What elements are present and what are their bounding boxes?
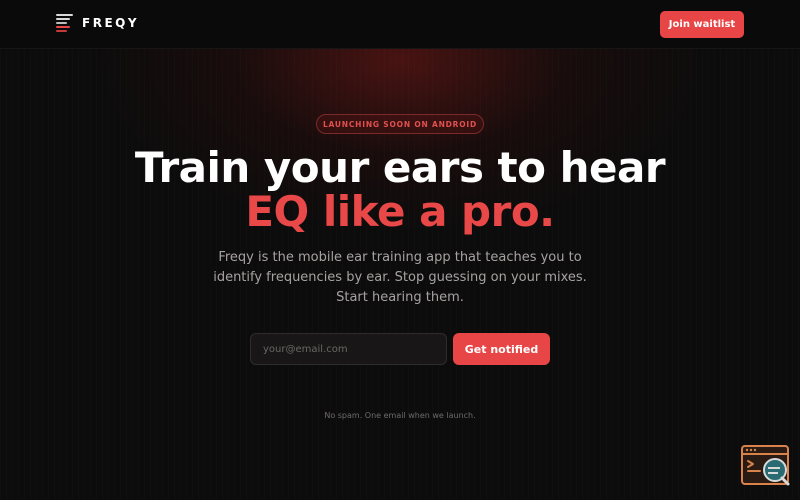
landing-page: FREQY Join waitlist LAUNCHING SOON ON AN… bbox=[0, 0, 800, 500]
hero-description: Freqy is the mobile ear training app tha… bbox=[200, 248, 600, 308]
description-line-2: identify frequencies by ear. Stop guessi… bbox=[213, 270, 587, 285]
headline-line-1: Train your ears to hear bbox=[134, 143, 666, 192]
description-line-1: Freqy is the mobile ear training app tha… bbox=[218, 250, 582, 265]
top-nav: FREQY Join waitlist bbox=[0, 0, 800, 49]
headline-line-2: EQ like a pro. bbox=[245, 187, 555, 236]
browser-inspect-icon[interactable] bbox=[741, 445, 791, 487]
equalizer-bars-icon bbox=[56, 13, 74, 33]
brand-name: FREQY bbox=[82, 16, 140, 30]
description-line-3: Start hearing them. bbox=[336, 290, 464, 305]
email-input[interactable] bbox=[250, 333, 447, 365]
brand-logo[interactable]: FREQY bbox=[56, 13, 139, 33]
launch-badge: LAUNCHING SOON ON ANDROID bbox=[316, 114, 484, 134]
join-waitlist-button[interactable]: Join waitlist bbox=[660, 11, 744, 38]
get-notified-button[interactable]: Get notified bbox=[453, 333, 550, 365]
hero-headline: Train your ears to hear EQ like a pro. bbox=[0, 146, 800, 234]
no-spam-note: No spam. One email when we launch. bbox=[324, 411, 476, 420]
